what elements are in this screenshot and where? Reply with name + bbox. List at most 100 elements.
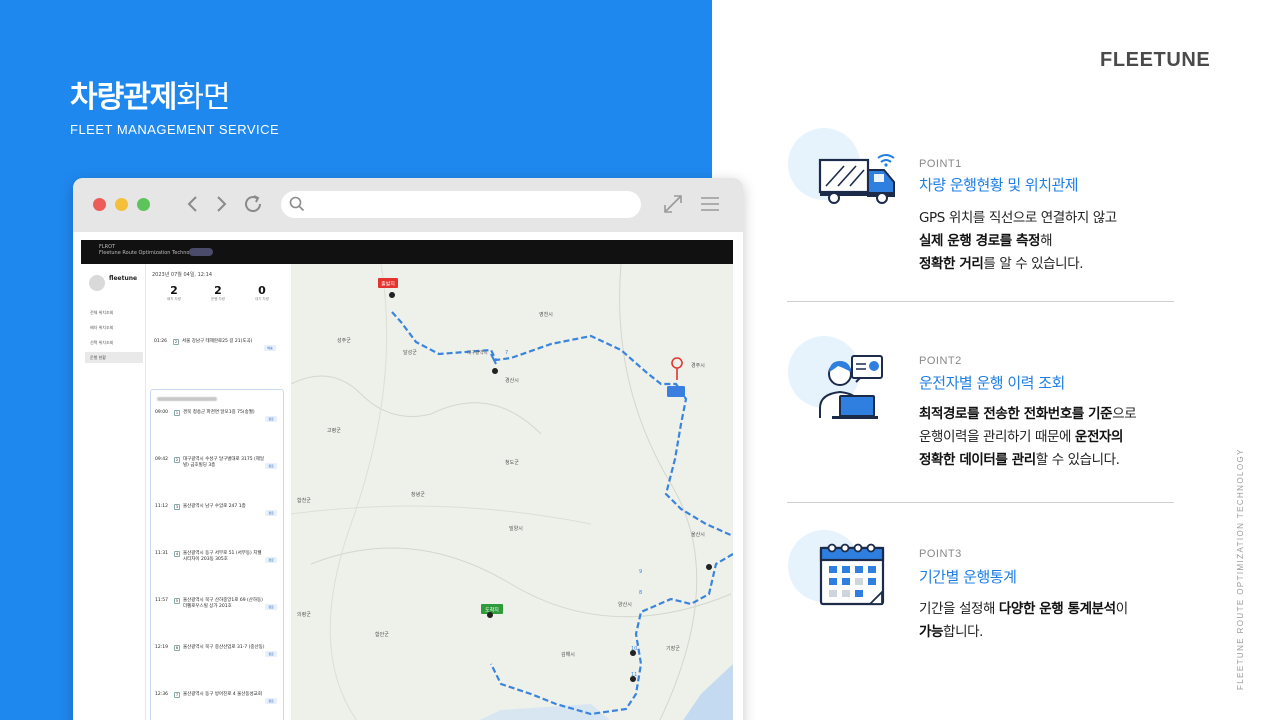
user-name: fleetune	[109, 275, 138, 282]
stop-time: 11:31	[155, 551, 168, 556]
vertical-tagline: FLEETUNE ROUTE OPTIMIZATION TECHNOLOGY	[1236, 448, 1245, 690]
svg-text:성주군: 성주군	[337, 337, 351, 344]
route-button[interactable]: 경로	[265, 510, 277, 516]
point2-label: POINT2	[919, 355, 962, 367]
route-button[interactable]: 경로	[265, 463, 277, 469]
emphasis-text: 정확한 거리	[919, 256, 984, 272]
body-text: 해	[1040, 233, 1053, 249]
sidebar-item-dispatch[interactable]: 배차 위치조회	[85, 322, 143, 333]
end-tag: 도착지	[481, 604, 503, 614]
svg-text:달성군: 달성군	[403, 349, 417, 356]
svg-text:경주시: 경주시	[691, 362, 705, 369]
stat-dispatched: 2 배차 차량	[167, 284, 181, 301]
stop-time: 11:57	[155, 598, 168, 603]
svg-text:대구광역시: 대구광역시	[467, 349, 488, 356]
description-line: 기간을 설정해 다양한 운행 통계분석이	[919, 598, 1128, 621]
sidebar-item-all[interactable]: 전체 위치조회	[85, 307, 143, 318]
forward-arrow-icon[interactable]	[209, 192, 233, 216]
app-logo: FLROT Fleetune Route Optimization Technol…	[99, 244, 201, 256]
sidebar-item-status[interactable]: 운행 현황	[85, 352, 143, 363]
svg-text:창녕군: 창녕군	[411, 491, 425, 498]
description-line: 운행이력을 관리하기 때문에 운전자의	[919, 426, 1136, 449]
route-button[interactable]: 경로	[265, 698, 277, 704]
svg-text:8: 8	[639, 590, 642, 596]
svg-text:밀양시: 밀양시	[509, 525, 523, 532]
point2-description: 최적경로를 전송한 전화번호를 기준으로 운행이력을 관리하기 때문에 운전자의 정…	[919, 403, 1137, 472]
vehicle-card: 09:00 1 경북 청송군 파천면 달모1길 75(송월) 경로 09:42 2 대구광역…	[150, 389, 284, 720]
svg-text:기장군: 기장군	[666, 645, 680, 652]
svg-text:울산시: 울산시	[691, 531, 705, 538]
point3-title: 기간별 운행통계	[919, 568, 1017, 586]
svg-text:고령군: 고령군	[327, 427, 341, 434]
description-line: 실제 운행 경로를 측정해	[919, 230, 1117, 253]
stop-number: 5	[174, 598, 180, 604]
stop-number: 7	[174, 692, 180, 698]
stop-time: 11:12	[155, 504, 168, 509]
route-button[interactable]: 배송	[264, 345, 276, 351]
stop-number: 1	[174, 410, 180, 416]
divider	[787, 301, 1174, 302]
app-sidebar: fleetune 전체 위치조회 배차 위치조회 선택 위치조회 운행 현황	[81, 264, 146, 720]
body-text: 할 수 있습니다.	[1035, 452, 1120, 468]
expand-icon[interactable]	[661, 192, 685, 216]
stop-address: 울산광역시 동구 방어진로 4 울산동성교회	[183, 692, 262, 697]
address-bar[interactable]	[281, 191, 641, 218]
reload-icon[interactable]	[241, 192, 265, 216]
list-date: 2023년 07월 04일, 12:14	[152, 272, 213, 278]
route-button[interactable]: 경로	[265, 651, 277, 657]
emphasis-text: 실제 운행 경로를 측정	[919, 233, 1041, 249]
emphasis-text: 정확한 데이터를 관리	[919, 452, 1036, 468]
stop-address: 울산광역시 남구 수암로 247 1층	[183, 504, 246, 509]
stop-number: 3	[174, 504, 180, 510]
body-text: 으로	[1112, 406, 1137, 422]
description-line: 최적경로를 전송한 전화번호를 기준으로	[919, 403, 1137, 426]
svg-text:김해시: 김해시	[561, 651, 575, 658]
back-arrow-icon[interactable]	[181, 192, 205, 216]
route-button[interactable]: 경로	[265, 416, 277, 422]
description-line: 가능합니다.	[919, 621, 1128, 644]
stop-number: 6	[174, 645, 180, 651]
emphasis-text: 다양한 운행 통계분석	[998, 601, 1116, 617]
emphasis-text: 가능	[919, 624, 944, 640]
svg-text:출발지: 출발지	[381, 281, 395, 288]
minimize-window-button[interactable]	[115, 198, 128, 211]
description-line: 정확한 거리를 알 수 있습니다.	[919, 253, 1117, 276]
menu-icon[interactable]	[698, 192, 722, 216]
stat-driving: 2 운행 차량	[211, 284, 225, 301]
fleet-app: FLROT Fleetune Route Optimization Technol…	[81, 240, 733, 720]
description-line: GPS 위치를 직선으로 연결하지 않고	[919, 207, 1117, 230]
stop-number: 4	[174, 551, 180, 557]
point3-description: 기간을 설정해 다양한 운행 통계분석이 가능합니다.	[919, 598, 1128, 644]
blurred-plate	[157, 397, 217, 401]
browser-window: FLROT Fleetune Route Optimization Technol…	[73, 178, 743, 720]
page-subtitle: FLEET MANAGEMENT SERVICE	[70, 122, 280, 137]
stop-number: 2	[174, 457, 180, 463]
header-badge	[189, 248, 213, 256]
calendar-icon	[819, 543, 885, 606]
svg-text:경산시: 경산시	[505, 377, 519, 384]
stop-address: 대구광역시 수성구 달구벌대로 3175 (제일빌) 금호빌딩 3층	[183, 457, 265, 468]
point3-label: POINT3	[919, 548, 962, 560]
route-button[interactable]: 경로	[265, 604, 277, 610]
app-header: FLROT Fleetune Route Optimization Technol…	[81, 240, 733, 264]
sidebar-item-select[interactable]: 선택 위치조회	[85, 337, 143, 348]
maximize-window-button[interactable]	[137, 198, 150, 211]
route-button[interactable]: 경로	[265, 557, 277, 563]
svg-text:청도군: 청도군	[505, 460, 519, 466]
body-text: 운행이력을 관리하기 때문에	[919, 429, 1075, 445]
svg-text:합천군: 합천군	[297, 497, 311, 504]
point1-title: 차량 운행현황 및 위치관제	[919, 176, 1079, 194]
page-title: 차량관제화면	[70, 80, 231, 115]
route-map[interactable]: 출발지 도착지 영천시 경산시 청도군 밀양시 김해시 양산시 경주시 울산시 …	[291, 264, 733, 720]
svg-text:FLEETUNE: FLEETUNE	[1100, 49, 1210, 71]
emphasis-text: 운전자의	[1074, 429, 1124, 445]
svg-text:도착지: 도착지	[485, 607, 499, 614]
body-text: 합니다.	[943, 624, 983, 640]
close-window-button[interactable]	[93, 198, 106, 211]
body-text: GPS 위치를 직선으로 연결하지 않고	[919, 210, 1117, 226]
driver-laptop-icon	[819, 355, 883, 419]
svg-text:10: 10	[631, 646, 637, 652]
stop-address: 울산광역시 북구 중산산업로 31-7 (중산동)	[183, 645, 265, 650]
point1-label: POINT1	[919, 158, 962, 170]
stop-address: 울산광역시 동구 서부로 51 (서부동) 지웰시티자이 203동 305호	[183, 551, 262, 562]
